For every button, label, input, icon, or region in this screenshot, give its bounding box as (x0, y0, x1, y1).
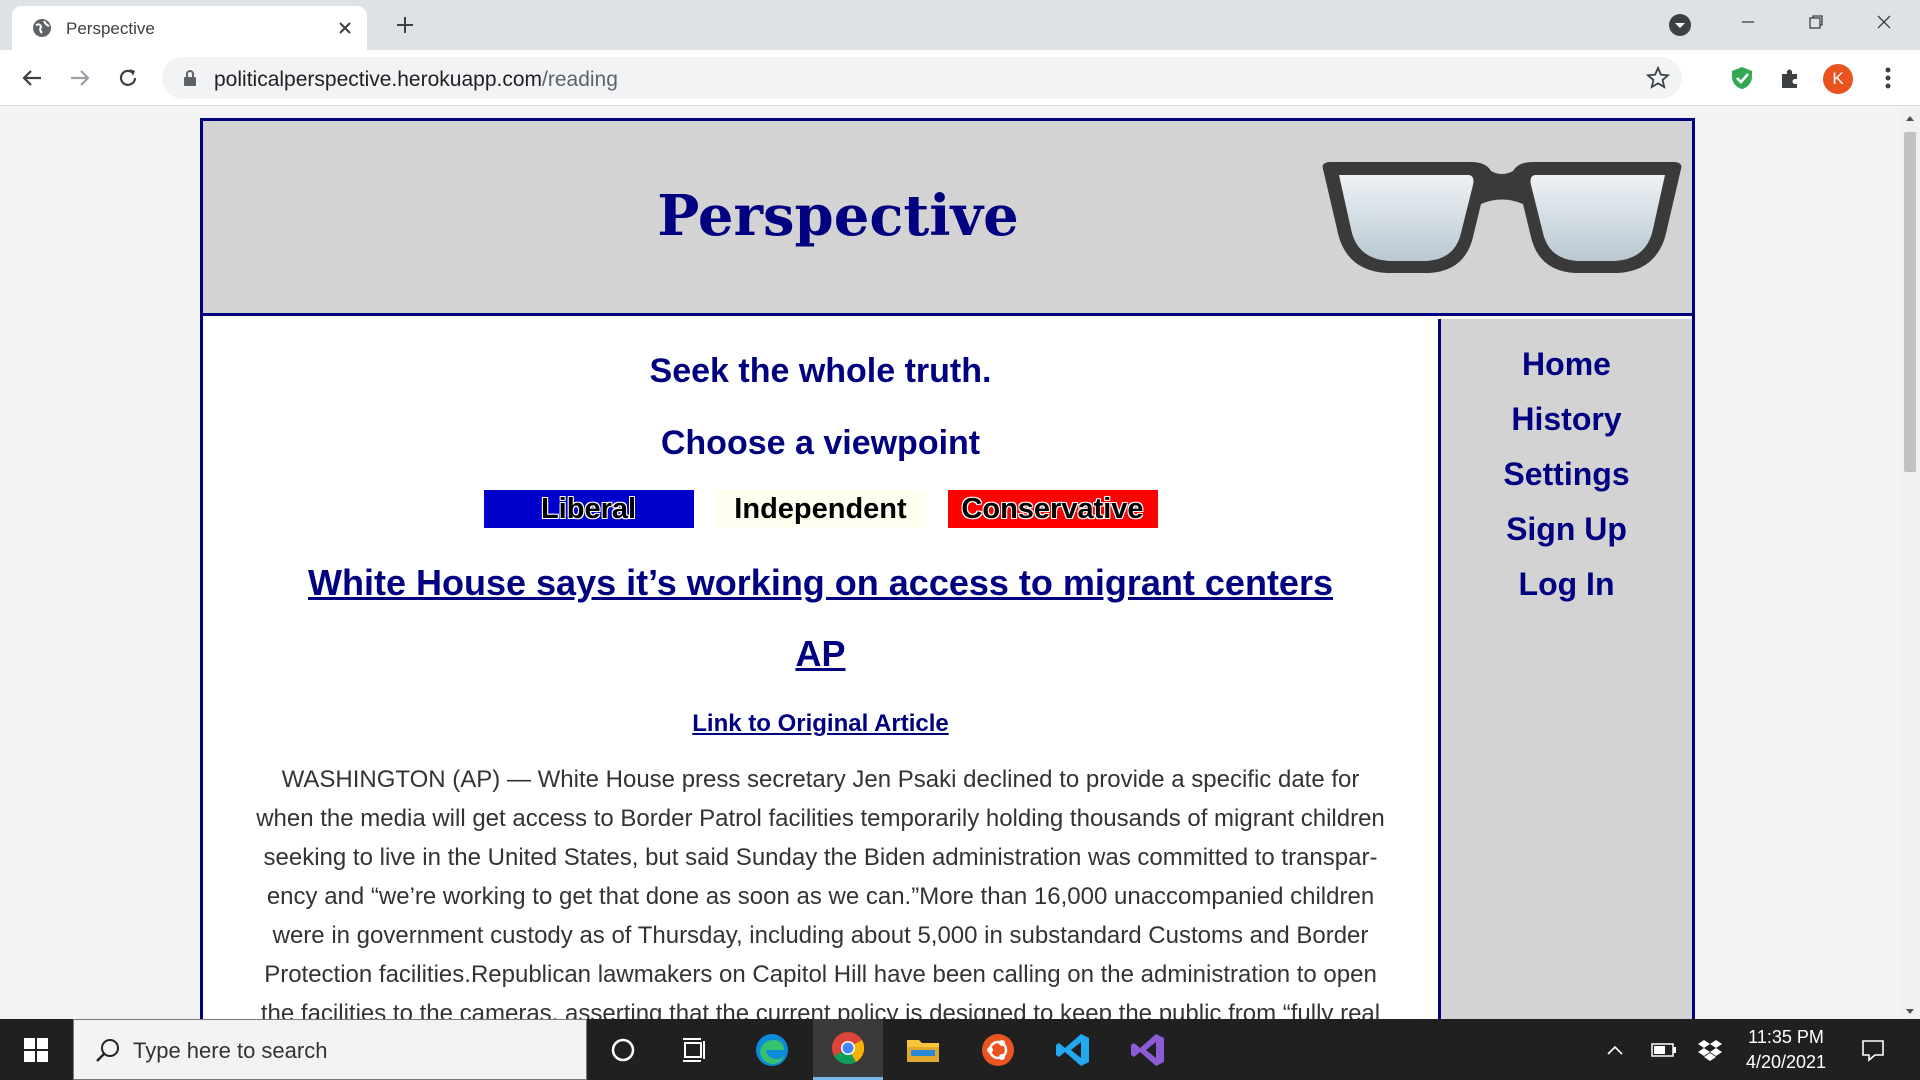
site-sidebar: Home History Settings Sign Up Log In (1438, 319, 1692, 1019)
system-clock[interactable]: 11:35 PM 4/20/2021 (1716, 1025, 1856, 1075)
show-hidden-icons-chevron-icon[interactable] (1600, 1019, 1630, 1080)
original-article-link[interactable]: Link to Original Article (203, 710, 1438, 738)
extensions-puzzle-icon[interactable] (1774, 62, 1806, 94)
page-viewport: Perspective Seek the whole truth. Choose… (0, 107, 1900, 1019)
browser-toolbar: politicalperspective.herokuapp.com/readi… (0, 50, 1920, 106)
search-icon (94, 1037, 122, 1065)
close-window-icon[interactable] (1850, 0, 1918, 44)
tab-search-icon[interactable] (1668, 13, 1692, 37)
restore-icon[interactable] (1782, 0, 1850, 44)
viewpoint-prompt: Choose a viewpoint (660, 424, 981, 462)
site-frame: Perspective Seek the whole truth. Choose… (200, 118, 1695, 1019)
nav-sign-up[interactable]: Sign Up (1441, 502, 1692, 557)
independent-button[interactable]: Independent (715, 490, 926, 528)
ubuntu-icon[interactable] (963, 1019, 1033, 1080)
scroll-up-arrow-icon[interactable] (1905, 111, 1915, 121)
nav-settings[interactable]: Settings (1441, 447, 1692, 502)
notification-center-icon[interactable] (1850, 1019, 1896, 1080)
vscode-icon[interactable] (1038, 1019, 1108, 1080)
nav-log-in[interactable]: Log In (1441, 557, 1692, 612)
chrome-browser-icon[interactable] (813, 1019, 883, 1080)
browser-tab[interactable]: Perspective (12, 6, 367, 50)
clock-date: 4/20/2021 (1745, 1052, 1827, 1072)
shield-extension-icon[interactable] (1726, 62, 1758, 94)
browser-tab-strip: Perspective (0, 0, 1920, 50)
visual-studio-icon[interactable] (1113, 1019, 1183, 1080)
site-header: Perspective (203, 121, 1692, 316)
site-title: Perspective (657, 183, 1019, 249)
task-view-icon[interactable] (660, 1019, 730, 1080)
kebab-menu-icon[interactable] (1872, 62, 1904, 94)
globe-icon (32, 18, 52, 38)
reload-icon[interactable] (112, 62, 144, 94)
back-arrow-icon[interactable] (16, 62, 48, 94)
forward-arrow-icon[interactable] (64, 62, 96, 94)
address-bar[interactable]: politicalperspective.herokuapp.com/readi… (162, 57, 1682, 99)
url-text: politicalperspective.herokuapp.com/readi… (214, 68, 618, 91)
taskbar-search-input[interactable]: Type here to search (73, 1019, 587, 1080)
main-content: Seek the whole truth. Choose a viewpoint… (203, 319, 1438, 1019)
cortana-icon[interactable] (588, 1019, 658, 1080)
battery-icon[interactable] (1648, 1019, 1680, 1080)
windows-taskbar: Type here to search 11:35 PM 4/20/2021 (0, 1019, 1920, 1080)
liberal-button[interactable]: Liberal (483, 490, 694, 528)
nav-home[interactable]: Home (1441, 337, 1692, 392)
lock-icon[interactable] (182, 69, 198, 87)
clock-time: 11:35 PM (1748, 1027, 1824, 1047)
tab-title: Perspective (66, 19, 155, 38)
tagline: Seek the whole truth. (649, 352, 992, 390)
vertical-scrollbar[interactable] (1900, 107, 1920, 1019)
new-tab-icon[interactable] (390, 10, 420, 40)
conservative-button[interactable]: Conservative (947, 490, 1158, 528)
scroll-down-arrow-icon[interactable] (1905, 1003, 1915, 1014)
search-placeholder: Type here to search (133, 1038, 328, 1063)
viewpoint-selector: Liberal Independent Conservative (203, 490, 1438, 528)
nav-history[interactable]: History (1441, 392, 1692, 447)
article-body: WASHINGTON (AP) — White House press secr… (256, 766, 1385, 1019)
article-headline-link[interactable]: White House says it’s working on access … (203, 562, 1438, 604)
bookmark-star-icon[interactable] (1645, 65, 1671, 90)
minimize-icon[interactable] (1714, 0, 1782, 44)
glasses-logo-icon (1321, 159, 1683, 277)
file-explorer-icon[interactable] (888, 1019, 958, 1080)
edge-browser-icon[interactable] (737, 1019, 807, 1080)
article-source-link[interactable]: AP (203, 633, 1438, 675)
windows-start-icon[interactable] (0, 1019, 72, 1080)
close-tab-icon[interactable] (332, 15, 358, 41)
profile-avatar[interactable]: K (1823, 64, 1853, 94)
scrollbar-thumb[interactable] (1904, 132, 1916, 472)
